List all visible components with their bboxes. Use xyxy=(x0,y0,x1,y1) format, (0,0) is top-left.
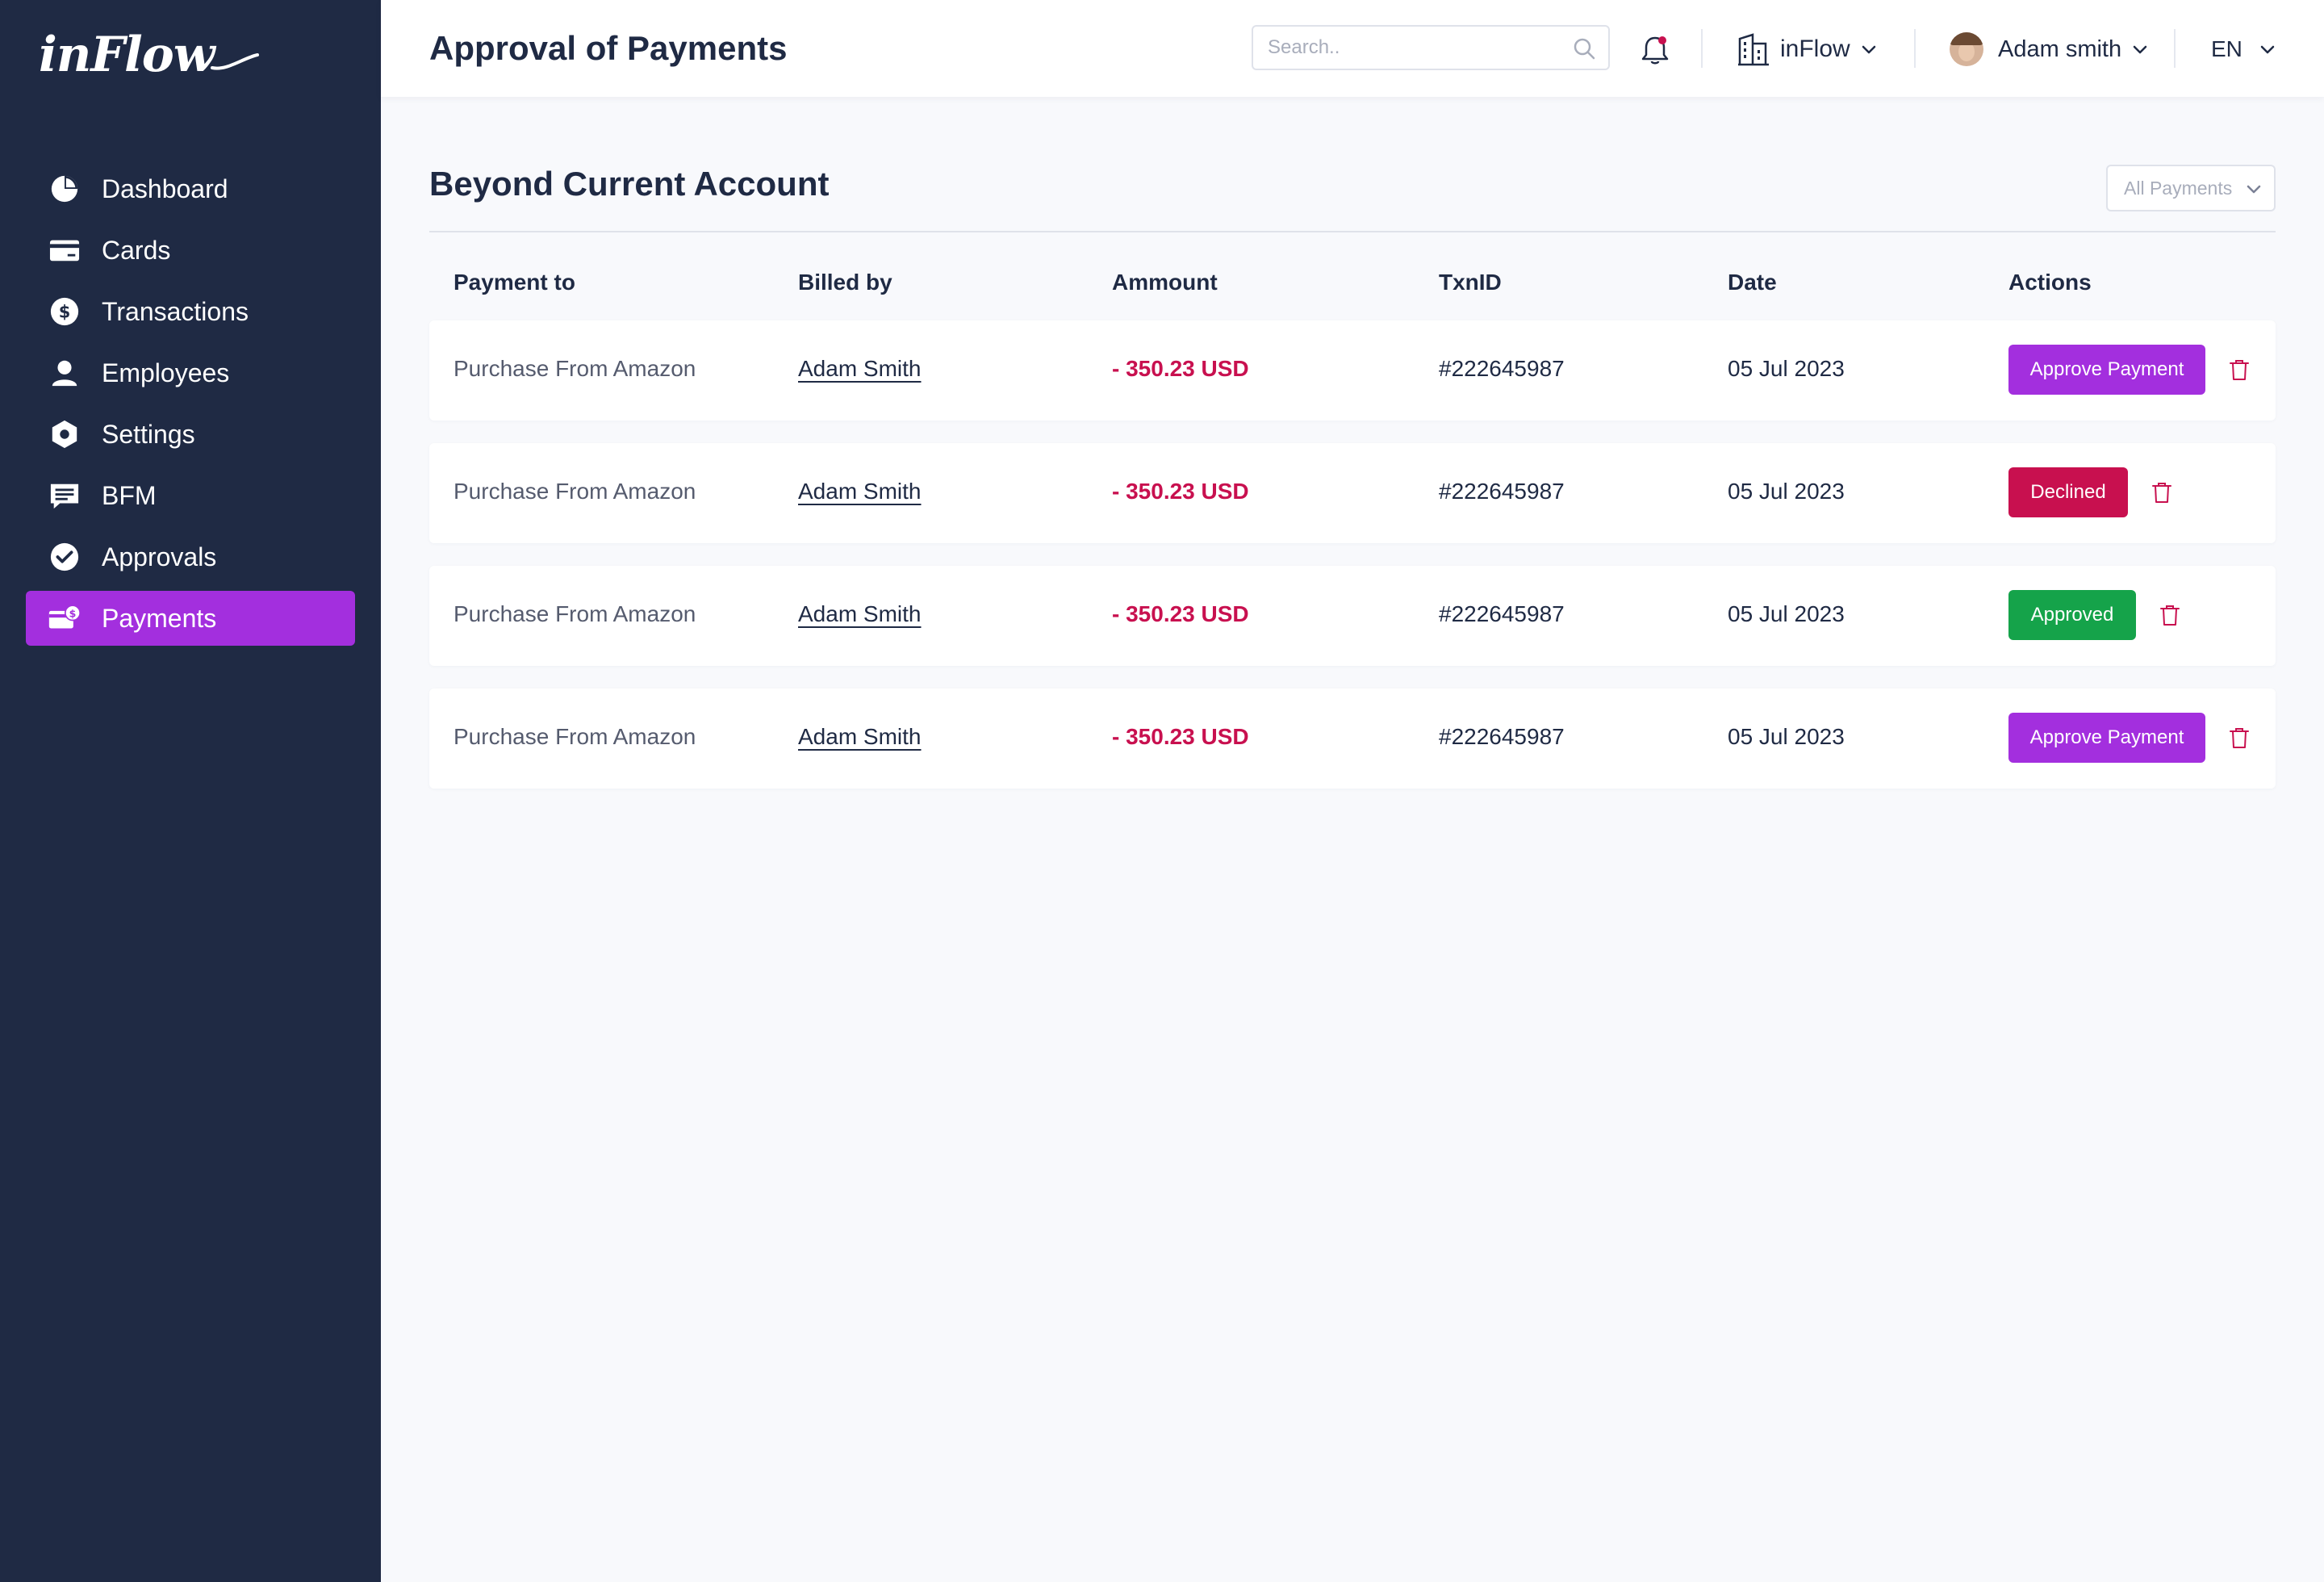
amount-cell: - 350.23 USD xyxy=(1112,479,1249,504)
sidebar-item-dashboard[interactable]: Dashboard xyxy=(26,161,355,216)
txn-id-cell: #222645987 xyxy=(1439,601,1565,626)
sidebar: inFlow Dashboard Cards $ Transactions Em… xyxy=(0,0,381,1582)
sidebar-item-settings[interactable]: Settings xyxy=(26,407,355,462)
hexagon-gear-icon xyxy=(48,418,81,450)
app-logo[interactable]: inFlow xyxy=(39,23,260,87)
page-title: Approval of Payments xyxy=(429,29,788,67)
chevron-down-icon xyxy=(2260,45,2275,54)
sidebar-item-payments[interactable]: $ Payments xyxy=(26,591,355,646)
sidebar-item-employees[interactable]: Employees xyxy=(26,345,355,400)
table-row: Purchase From Amazon Adam Smith - 350.23… xyxy=(429,566,2276,666)
declined-status-button[interactable]: Declined xyxy=(2008,467,2128,517)
sidebar-item-label: Approvals xyxy=(102,542,217,571)
txn-id-cell: #222645987 xyxy=(1439,724,1565,749)
trash-icon[interactable] xyxy=(2150,480,2174,504)
building-icon xyxy=(1738,33,1769,66)
sidebar-item-label: Cards xyxy=(102,235,171,265)
sidebar-nav: Dashboard Cards $ Transactions Employees… xyxy=(26,161,355,652)
search-icon[interactable] xyxy=(1573,37,1595,60)
section-divider xyxy=(429,231,2276,232)
dollar-circle-icon: $ xyxy=(48,295,81,328)
sidebar-item-label: BFM xyxy=(102,480,157,510)
notification-bell-icon[interactable] xyxy=(1640,34,1670,66)
payment-to-cell: Purchase From Amazon xyxy=(454,724,696,749)
chevron-down-icon xyxy=(1862,45,1875,54)
approved-status-button[interactable]: Approved xyxy=(2008,590,2136,640)
header-divider xyxy=(1701,29,1703,68)
sidebar-item-bfm[interactable]: BFM xyxy=(26,468,355,523)
date-cell: 05 Jul 2023 xyxy=(1728,356,1845,381)
column-header-payment-to: Payment to xyxy=(454,270,575,295)
table-row: Purchase From Amazon Adam Smith - 350.23… xyxy=(429,320,2276,421)
chevron-down-icon xyxy=(2247,185,2261,194)
payments-icon: $ xyxy=(48,602,81,634)
card-icon xyxy=(48,234,81,266)
payment-to-cell: Purchase From Amazon xyxy=(454,479,696,504)
column-header-actions: Actions xyxy=(2008,270,2092,295)
chevron-down-icon xyxy=(2133,45,2147,54)
amount-cell: - 350.23 USD xyxy=(1112,601,1249,626)
billed-by-link[interactable]: Adam Smith xyxy=(798,601,922,627)
billed-by-link[interactable]: Adam Smith xyxy=(798,724,922,750)
column-header-billed-by: Billed by xyxy=(798,270,892,295)
table-header: Payment to Billed by Ammount TxnID Date … xyxy=(429,270,2276,302)
sidebar-item-label: Payments xyxy=(102,603,217,633)
date-cell: 05 Jul 2023 xyxy=(1728,601,1845,626)
pie-chart-icon xyxy=(48,173,81,205)
date-cell: 05 Jul 2023 xyxy=(1728,724,1845,749)
sidebar-item-transactions[interactable]: $ Transactions xyxy=(26,284,355,339)
approve-payment-button[interactable]: Approve Payment xyxy=(2008,713,2205,763)
company-switcher[interactable]: inFlow xyxy=(1737,29,1878,69)
avatar xyxy=(1950,32,1983,66)
language-selector[interactable]: EN xyxy=(2211,29,2276,69)
txn-id-cell: #222645987 xyxy=(1439,356,1565,381)
sidebar-item-approvals[interactable]: Approvals xyxy=(26,529,355,584)
column-header-amount: Ammount xyxy=(1112,270,1218,295)
user-icon xyxy=(48,357,81,389)
column-header-txn-id: TxnID xyxy=(1439,270,1502,295)
payments-filter-select[interactable]: All Payments xyxy=(2106,165,2276,211)
header-divider xyxy=(2174,29,2176,68)
sidebar-item-cards[interactable]: Cards xyxy=(26,223,355,278)
table-row: Purchase From Amazon Adam Smith - 350.23… xyxy=(429,688,2276,789)
top-header: Approval of Payments inFlow Adam smith E… xyxy=(381,0,2324,97)
trash-icon[interactable] xyxy=(2227,726,2251,750)
billed-by-link[interactable]: Adam Smith xyxy=(798,356,922,382)
search-box[interactable] xyxy=(1252,25,1610,70)
trash-icon[interactable] xyxy=(2227,358,2251,382)
trash-icon[interactable] xyxy=(2158,603,2182,627)
sidebar-item-label: Settings xyxy=(102,419,195,449)
svg-text:$: $ xyxy=(59,303,71,322)
user-menu[interactable]: Adam smith xyxy=(1950,29,2149,69)
txn-id-cell: #222645987 xyxy=(1439,479,1565,504)
check-circle-icon xyxy=(48,541,81,573)
billed-by-link[interactable]: Adam Smith xyxy=(798,479,922,504)
amount-cell: - 350.23 USD xyxy=(1112,724,1249,749)
company-name: inFlow xyxy=(1780,36,1850,62)
language-label: EN xyxy=(2211,36,2242,61)
sidebar-item-label: Dashboard xyxy=(102,174,228,203)
logo-swash-icon xyxy=(211,53,260,70)
date-cell: 05 Jul 2023 xyxy=(1728,479,1845,504)
filter-value: All Payments xyxy=(2124,177,2233,199)
table-row: Purchase From Amazon Adam Smith - 350.23… xyxy=(429,443,2276,543)
approve-payment-button[interactable]: Approve Payment xyxy=(2008,345,2205,395)
payment-to-cell: Purchase From Amazon xyxy=(454,356,696,381)
sidebar-item-label: Employees xyxy=(102,358,230,387)
sidebar-item-label: Transactions xyxy=(102,296,249,326)
payment-to-cell: Purchase From Amazon xyxy=(454,601,696,626)
section-title: Beyond Current Account xyxy=(429,165,830,203)
column-header-date: Date xyxy=(1728,270,1777,295)
search-input[interactable] xyxy=(1253,27,1544,69)
header-divider xyxy=(1914,29,1916,68)
message-icon xyxy=(48,479,81,512)
amount-cell: - 350.23 USD xyxy=(1112,356,1249,381)
svg-text:$: $ xyxy=(69,607,77,619)
logo-text: inFlow xyxy=(39,27,215,83)
user-name: Adam smith xyxy=(1998,36,2122,62)
